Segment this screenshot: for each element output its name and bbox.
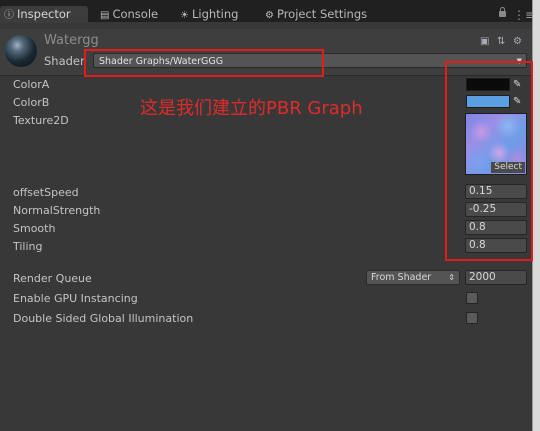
tab-console[interactable]: ▤ Console — [96, 6, 158, 22]
offset-speed-label: offsetSpeed — [13, 186, 79, 199]
double-sided-gi-label: Double Sided Global Illumination — [13, 312, 194, 325]
gpu-instancing-checkbox[interactable] — [466, 292, 478, 304]
color-b-label: ColorB — [13, 96, 50, 109]
texture-select-button[interactable]: Select — [491, 162, 525, 173]
tab-label: Inspector — [17, 7, 71, 21]
smooth-label: Smooth — [13, 222, 56, 235]
tiling-field[interactable]: 0.8 — [465, 238, 527, 253]
tab-inspector[interactable]: ⓘ Inspector — [0, 6, 88, 23]
gear-icon: ⚙ — [265, 10, 274, 21]
eyedropper-icon[interactable]: ✎ — [513, 96, 524, 107]
color-a-swatch[interactable] — [466, 78, 510, 91]
normal-strength-field[interactable]: -0.25 — [465, 202, 527, 217]
material-preview-icon — [5, 35, 37, 67]
material-name: Watergg — [44, 33, 99, 48]
render-queue-field[interactable]: 2000 — [465, 270, 527, 285]
render-queue-mode: From Shader — [371, 272, 432, 283]
color-a-label: ColorA — [13, 78, 50, 91]
shader-highlight-box — [84, 49, 324, 77]
adjacent-window-edge: ​ — [532, 0, 540, 431]
info-icon: ⓘ — [4, 10, 14, 21]
smooth-field[interactable]: 0.8 — [465, 220, 527, 235]
tab-label: Console — [112, 7, 159, 21]
shader-label: Shader — [44, 54, 85, 68]
render-queue-label: Render Queue — [13, 272, 92, 285]
double-sided-gi-checkbox[interactable] — [466, 312, 478, 324]
annotation-text: 这是我们建立的PBR Graph — [140, 98, 363, 119]
lightbulb-icon: ☀ — [180, 10, 189, 21]
offset-speed-field[interactable]: 0.15 — [465, 184, 527, 199]
texture-label: Texture2D — [13, 114, 69, 127]
gpu-instancing-label: Enable GPU Instancing — [13, 292, 138, 305]
updown-arrow-icon: ⇕ — [448, 273, 455, 282]
tab-lighting[interactable]: ☀ Lighting — [176, 6, 238, 22]
tab-label: Project Settings — [276, 7, 368, 21]
render-queue-dropdown[interactable]: From Shader ⇕ — [366, 270, 460, 285]
lock-icon[interactable] — [499, 7, 506, 17]
texture-slot[interactable]: Select — [465, 113, 527, 175]
color-b-swatch[interactable] — [466, 95, 510, 108]
console-icon: ▤ — [100, 10, 110, 21]
settings-gear-icon[interactable]: ⚙ — [513, 36, 522, 47]
presets-icon[interactable]: ⇅ — [497, 36, 505, 47]
tab-label: Lighting — [191, 7, 239, 21]
normal-strength-label: NormalStrength — [13, 204, 101, 217]
help-icon[interactable]: ▣ — [480, 36, 489, 47]
tab-project-settings[interactable]: ⚙ Project Settings — [261, 6, 367, 22]
tab-bar: ⓘ Inspector ▤ Console ☀ Lighting ⚙ Project S… — [0, 0, 540, 23]
eyedropper-icon[interactable]: ✎ — [513, 79, 524, 90]
tiling-label: Tiling — [13, 240, 43, 253]
